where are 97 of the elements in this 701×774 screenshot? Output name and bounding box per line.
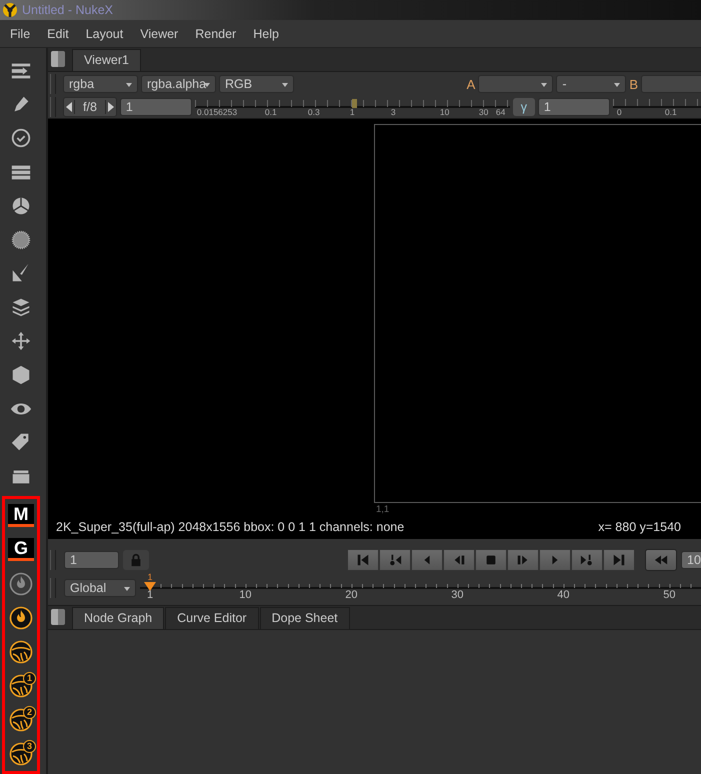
- channel-dropdown[interactable]: rgba: [63, 75, 138, 93]
- playhead-icon: [144, 582, 156, 592]
- input-a-dropdown[interactable]: [478, 75, 554, 93]
- app-logo-icon: [2, 2, 18, 18]
- scale-label: 0.1: [264, 107, 277, 117]
- caret-icon: [126, 83, 132, 87]
- letter-logo-icon[interactable]: G: [8, 538, 34, 562]
- viewer-tab[interactable]: Viewer1: [72, 49, 141, 71]
- gain-field[interactable]: 1: [120, 98, 192, 116]
- rewind-icon: [654, 553, 668, 567]
- caret-icon: [614, 83, 620, 87]
- playback-button[interactable]: [347, 549, 379, 571]
- sphere-icon[interactable]: [9, 640, 33, 664]
- flame-icon[interactable]: [9, 606, 33, 630]
- caret-icon: [282, 83, 288, 87]
- scale-label: 0: [616, 107, 622, 117]
- viewer-area[interactable]: 1,1: [48, 118, 701, 515]
- frame-tick-label: 40: [557, 589, 570, 601]
- frame-tick-label: 20: [345, 589, 358, 601]
- range-dropdown[interactable]: Global: [64, 579, 136, 597]
- gain-slider[interactable]: 0.0156253 0.1 0.3 1 3 10 30 64: [194, 96, 510, 118]
- caret-icon: [541, 83, 548, 87]
- slider-thumb[interactable]: [352, 99, 358, 108]
- menu-item[interactable]: Help: [243, 26, 286, 40]
- panel-tab[interactable]: Node Graph: [72, 607, 164, 629]
- channel-dropdown[interactable]: rgba.alpha: [141, 75, 216, 93]
- format-info: 2K_Super_35(full-ap) 2048x1556 bbox: 0 0 1 1 channels: none: [56, 520, 404, 534]
- frame-tick-label: 1: [146, 589, 154, 601]
- gamma-field[interactable]: 1: [538, 98, 610, 116]
- right-arrow-icon: [108, 102, 114, 112]
- menu-item[interactable]: File: [0, 26, 38, 40]
- scale-label: 0.0156253: [196, 107, 238, 117]
- playback-button[interactable]: [411, 549, 443, 571]
- prev-frame-icon: [452, 553, 466, 567]
- playback-button[interactable]: [539, 549, 571, 571]
- number-badge: 2: [23, 706, 36, 719]
- frame-tick-label: 50: [663, 589, 676, 601]
- next-key-icon: [580, 553, 594, 567]
- scale-label: 1: [350, 107, 355, 117]
- menu-item[interactable]: Viewer: [130, 26, 186, 40]
- last-icon: [612, 553, 626, 567]
- merge-tool-icon[interactable]: [10, 296, 32, 318]
- panel-tab[interactable]: Dope Sheet: [260, 607, 350, 629]
- caret-icon: [124, 587, 130, 591]
- menu-item[interactable]: Edit: [37, 26, 76, 40]
- grip-handle[interactable]: [50, 74, 56, 94]
- timeline[interactable]: 1 1 10 20 30 40 50: [140, 573, 701, 603]
- stop-icon: [484, 553, 498, 567]
- skip-back-button[interactable]: [645, 549, 677, 571]
- first-icon: [356, 553, 370, 567]
- channel-dropdown[interactable]: RGB: [219, 75, 294, 93]
- input-b-label: B: [629, 76, 638, 92]
- scale-label: 0.1: [664, 107, 677, 117]
- frame-tick-label: 10: [239, 589, 252, 601]
- panel-tab[interactable]: Curve Editor: [165, 607, 259, 629]
- grip-handle[interactable]: [50, 97, 56, 117]
- object-tool-icon[interactable]: [10, 364, 32, 386]
- playback-button[interactable]: [507, 549, 539, 571]
- grip-handle[interactable]: [50, 578, 56, 598]
- scale-label: 64: [496, 107, 506, 117]
- input-a-label: A: [466, 76, 476, 92]
- menu-item[interactable]: Layout: [76, 26, 130, 40]
- time-tool-icon[interactable]: [10, 127, 32, 150]
- panel-menu-icon[interactable]: [51, 51, 65, 67]
- scale-label: 3: [390, 107, 396, 117]
- playback-button[interactable]: [475, 549, 507, 571]
- left-arrow-icon: [66, 102, 72, 112]
- number-badge: 1: [23, 672, 36, 685]
- panel-menu-icon[interactable]: [51, 609, 65, 625]
- playback-button[interactable]: [603, 549, 635, 571]
- playback-button[interactable]: [379, 549, 411, 571]
- current-frame-marker[interactable]: 1: [144, 573, 156, 592]
- increment-field[interactable]: 10: [681, 551, 701, 569]
- playback-button[interactable]: [571, 549, 603, 571]
- frame-tick-label: 30: [451, 589, 464, 601]
- scale-label: 0.3: [308, 107, 320, 117]
- window-title: Untitled - NukeX: [22, 3, 114, 17]
- frame-field[interactable]: 1: [64, 551, 119, 569]
- fstop-control[interactable]: f/8: [63, 97, 117, 117]
- frame-corner-label: 1,1: [376, 504, 390, 515]
- gamma-button[interactable]: γ: [512, 98, 535, 116]
- cursor-coordinates: x= 880 y=1540: [598, 520, 681, 534]
- letter-logo-icon[interactable]: M: [8, 504, 34, 528]
- number-badge: 3: [23, 740, 36, 753]
- transform-tool-icon[interactable]: [10, 330, 32, 352]
- filter-tool-icon[interactable]: [10, 228, 32, 251]
- prev-key-icon: [388, 553, 402, 567]
- next-frame-icon: [516, 553, 530, 567]
- compare-dropdown[interactable]: -: [556, 75, 626, 93]
- grip-handle[interactable]: [50, 550, 56, 570]
- current-frame-number: 1: [147, 573, 152, 582]
- menu-item[interactable]: Render: [185, 26, 244, 40]
- lock-icon: [129, 553, 143, 567]
- playback-button[interactable]: [443, 549, 475, 571]
- scale-label: 10: [440, 107, 450, 117]
- input-b-dropdown[interactable]: [641, 75, 701, 93]
- scale-label: 30: [478, 107, 488, 117]
